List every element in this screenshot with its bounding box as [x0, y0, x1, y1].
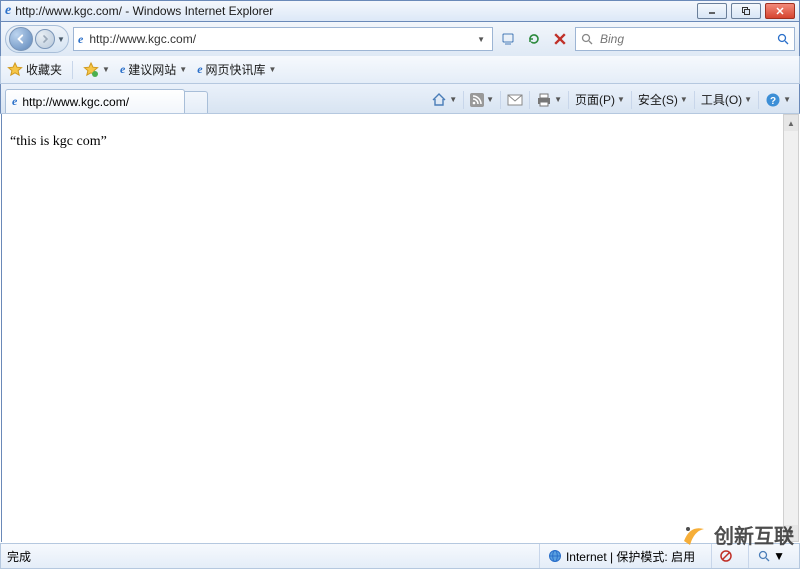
minimize-icon: [707, 6, 717, 16]
window-title: http://www.kgc.com/ - Windows Internet E…: [15, 4, 693, 18]
print-button[interactable]: ▼: [532, 91, 566, 109]
separator: [694, 91, 695, 109]
tab-favicon: e: [12, 94, 17, 109]
separator: [631, 91, 632, 109]
favorites-button[interactable]: 收藏夹: [7, 61, 62, 78]
address-dropdown[interactable]: ▼: [474, 35, 488, 44]
suggested-dropdown[interactable]: ▼: [179, 65, 187, 74]
read-mail-button[interactable]: [503, 92, 527, 108]
tab-bar: e http://www.kgc.com/ ▼ ▼ ▼ 页面(P) ▼ 安全(S…: [0, 84, 800, 114]
suggested-sites-label: 建议网站: [128, 61, 176, 78]
back-arrow-icon: [15, 33, 27, 45]
back-button[interactable]: [9, 27, 33, 51]
star-icon: [7, 62, 23, 78]
zoom-icon: [757, 549, 771, 563]
close-button[interactable]: [765, 3, 795, 19]
security-zone[interactable]: Internet | 保护模式: 启用: [539, 544, 703, 568]
compat-view-button[interactable]: [497, 28, 519, 50]
tools-menu[interactable]: 工具(O) ▼: [697, 89, 756, 110]
stop-icon: [554, 33, 566, 45]
search-input[interactable]: [598, 31, 772, 47]
maximize-icon: [741, 6, 751, 16]
watermark-logo-icon: [680, 521, 708, 549]
web-slice-button[interactable]: e 网页快讯库 ▼: [197, 61, 276, 78]
tab-title: http://www.kgc.com/: [22, 95, 129, 109]
command-bar: ▼ ▼ ▼ 页面(P) ▼ 安全(S) ▼ 工具(O) ▼: [427, 89, 795, 113]
separator: [72, 61, 73, 79]
maximize-button[interactable]: [731, 3, 761, 19]
separator: [463, 91, 464, 109]
help-button[interactable]: ? ▼: [761, 90, 795, 110]
page-icon: e: [78, 32, 83, 47]
page-content-area: “this is kgc com”: [1, 114, 783, 542]
separator: [758, 91, 759, 109]
add-favorite-button[interactable]: ▼: [83, 62, 110, 78]
forward-button[interactable]: [35, 29, 55, 49]
slice-icon: e: [197, 62, 202, 77]
feeds-button[interactable]: ▼: [466, 91, 498, 109]
search-go-icon[interactable]: [776, 32, 790, 46]
minimize-button[interactable]: [697, 3, 727, 19]
new-tab-button[interactable]: [184, 91, 208, 113]
search-provider-icon: [580, 32, 594, 46]
favorites-label: 收藏夹: [26, 61, 62, 78]
search-bar[interactable]: [575, 27, 795, 51]
navigation-bar: ▼ e ▼: [0, 22, 800, 56]
page-menu[interactable]: 页面(P) ▼: [571, 89, 629, 110]
window-titlebar: e http://www.kgc.com/ - Windows Internet…: [0, 0, 800, 22]
favorites-bar: 收藏夹 ▼ e 建议网站 ▼ e 网页快讯库 ▼: [0, 56, 800, 84]
stop-button[interactable]: [549, 28, 571, 50]
svg-text:?: ?: [770, 96, 776, 107]
site-icon: e: [120, 62, 125, 77]
safety-menu-label: 安全(S): [638, 91, 678, 108]
separator: [568, 91, 569, 109]
web-slice-label: 网页快讯库: [206, 61, 266, 78]
home-icon: [431, 92, 447, 108]
rss-icon: [470, 93, 484, 107]
safety-menu[interactable]: 安全(S) ▼: [634, 89, 692, 110]
tools-menu-label: 工具(O): [701, 91, 742, 108]
compat-view-icon: [501, 32, 515, 46]
forward-arrow-icon: [40, 34, 50, 44]
globe-icon: [548, 549, 562, 563]
separator: [529, 91, 530, 109]
mail-icon: [507, 94, 523, 106]
refresh-button[interactable]: [523, 28, 545, 50]
suggested-sites-button[interactable]: e 建议网站 ▼: [120, 61, 187, 78]
watermark-text: 创新互联: [714, 520, 794, 549]
slice-dropdown[interactable]: ▼: [269, 65, 277, 74]
page-menu-label: 页面(P): [575, 91, 615, 108]
scroll-up-button[interactable]: ▲: [784, 115, 798, 131]
ie-logo-icon: e: [5, 3, 11, 19]
page-body-text: “this is kgc com”: [10, 134, 107, 149]
browser-tab[interactable]: e http://www.kgc.com/: [5, 89, 185, 113]
add-favorite-dropdown[interactable]: ▼: [102, 65, 110, 74]
zone-text: Internet | 保护模式: 启用: [566, 548, 695, 565]
back-forward-cluster: ▼: [5, 25, 69, 53]
zoom-dropdown[interactable]: ▼: [773, 549, 785, 563]
separator: [500, 91, 501, 109]
shield-off-icon: [720, 550, 732, 562]
address-bar[interactable]: e ▼: [73, 27, 493, 51]
close-icon: [775, 6, 785, 16]
vertical-scrollbar[interactable]: ▲ ▼: [783, 114, 799, 542]
address-input[interactable]: [87, 31, 470, 47]
home-button[interactable]: ▼: [427, 90, 461, 110]
watermark: 创新互联: [680, 520, 794, 549]
star-add-icon: [83, 62, 99, 78]
refresh-icon: [527, 32, 541, 46]
print-icon: [536, 93, 552, 107]
history-dropdown[interactable]: ▼: [56, 35, 66, 44]
help-icon: ?: [765, 92, 781, 108]
status-text: 完成: [7, 548, 31, 565]
